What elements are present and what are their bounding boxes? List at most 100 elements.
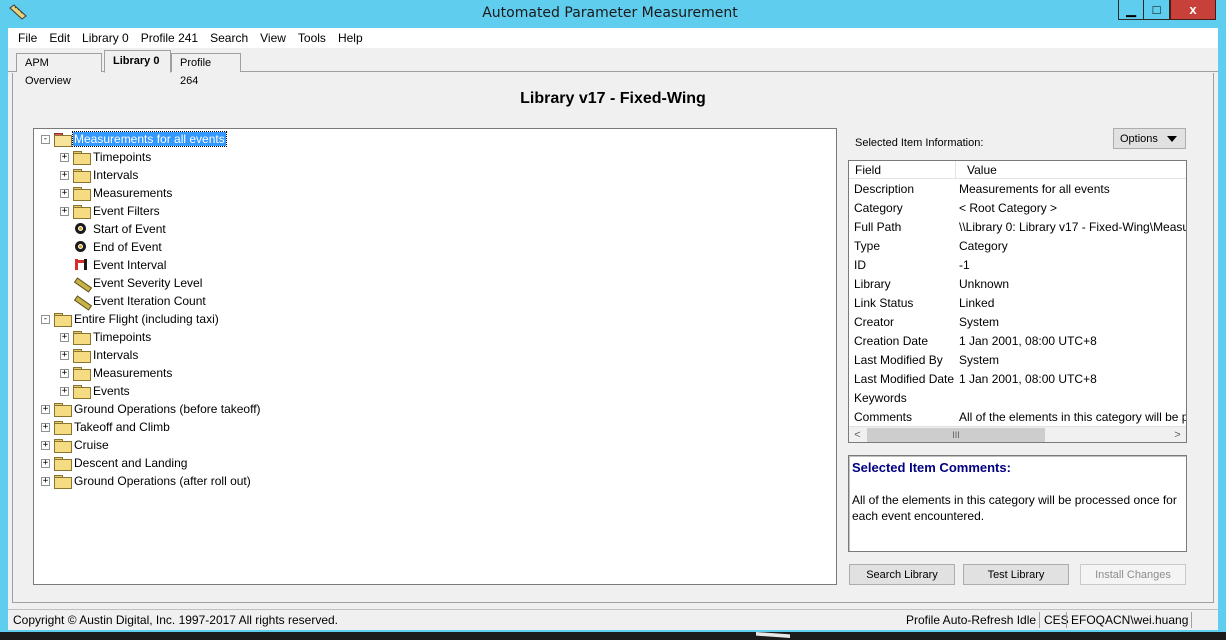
- options-dropdown[interactable]: Options: [1113, 128, 1186, 149]
- collapse-icon[interactable]: -: [41, 314, 50, 324]
- tree-node[interactable]: + Ground Operations (before takeoff): [41, 400, 262, 418]
- tree-node[interactable]: + Measurements: [60, 364, 173, 382]
- install-changes-button[interactable]: Install Changes: [1080, 564, 1186, 585]
- info-grid-row[interactable]: Creation Date 1 Jan 2001, 08:00 UTC+8: [849, 332, 1186, 351]
- expand-icon[interactable]: +: [41, 476, 50, 486]
- tree-node-label[interactable]: Cruise: [73, 438, 110, 452]
- tree-node[interactable]: + Events: [60, 382, 131, 400]
- info-grid-row[interactable]: ID -1: [849, 256, 1186, 275]
- tree-node-label[interactable]: Ground Operations (before takeoff): [73, 402, 262, 416]
- tree-node-label[interactable]: Event Interval: [92, 258, 167, 272]
- tree-node-label[interactable]: Intervals: [92, 348, 139, 362]
- tree-node[interactable]: + Intervals: [60, 166, 139, 184]
- tree-node-label[interactable]: Ground Operations (after roll out): [73, 474, 252, 488]
- tree-node[interactable]: Event Interval: [60, 256, 167, 274]
- expand-icon[interactable]: +: [41, 422, 50, 432]
- scroll-thumb[interactable]: III: [867, 428, 1045, 442]
- tree-node[interactable]: + Timepoints: [60, 328, 152, 346]
- maximize-button[interactable]: □: [1144, 0, 1170, 20]
- expand-icon[interactable]: +: [41, 404, 50, 414]
- info-grid-row[interactable]: Link Status Linked: [849, 294, 1186, 313]
- tree-node-label[interactable]: Events: [92, 384, 131, 398]
- close-button[interactable]: x: [1170, 0, 1216, 20]
- menu-library[interactable]: Library 0: [76, 31, 135, 45]
- collapse-icon[interactable]: -: [41, 134, 50, 144]
- info-field-value: System: [959, 315, 1000, 329]
- expand-icon[interactable]: +: [60, 332, 69, 342]
- tree-node-label[interactable]: Takeoff and Climb: [73, 420, 171, 434]
- info-grid-row[interactable]: Category < Root Category >: [849, 199, 1186, 218]
- tree-node-label[interactable]: Descent and Landing: [73, 456, 188, 470]
- menu-search[interactable]: Search: [204, 31, 254, 45]
- tree-node-label[interactable]: Intervals: [92, 168, 139, 182]
- tree-node-label[interactable]: Event Iteration Count: [92, 294, 207, 308]
- info-field-name: Last Modified By: [854, 353, 943, 367]
- horizontal-scrollbar[interactable]: < III >: [849, 426, 1186, 442]
- minimize-button[interactable]: ▁: [1118, 0, 1144, 20]
- tree-node-label[interactable]: Event Severity Level: [92, 276, 203, 290]
- info-field-name: Last Modified Date: [854, 372, 955, 386]
- menu-view[interactable]: View: [254, 31, 292, 45]
- title-bar[interactable]: Automated Parameter Measurement ▁ □ x: [0, 0, 1226, 28]
- expand-icon[interactable]: +: [60, 386, 69, 396]
- info-grid-row[interactable]: Keywords: [849, 389, 1186, 408]
- tree-node[interactable]: - Entire Flight (including taxi): [41, 310, 220, 328]
- info-grid-row[interactable]: Library Unknown: [849, 275, 1186, 294]
- tree-node-label[interactable]: Timepoints: [92, 150, 152, 164]
- window-title: Automated Parameter Measurement: [482, 5, 738, 21]
- expand-icon[interactable]: +: [60, 350, 69, 360]
- tree-node[interactable]: Event Iteration Count: [60, 292, 207, 310]
- tab-apm-overview[interactable]: APM Overview: [16, 53, 102, 87]
- tree-node[interactable]: Event Severity Level: [60, 274, 203, 292]
- expand-icon[interactable]: +: [41, 440, 50, 450]
- tree-node-label[interactable]: Timepoints: [92, 330, 152, 344]
- expand-icon[interactable]: +: [60, 206, 69, 216]
- scroll-right-icon[interactable]: >: [1169, 427, 1186, 442]
- column-header-field[interactable]: Field: [855, 163, 881, 177]
- test-library-button[interactable]: Test Library: [963, 564, 1069, 585]
- tree-node[interactable]: + Intervals: [60, 346, 139, 364]
- tree-node-label[interactable]: Entire Flight (including taxi): [73, 312, 220, 326]
- tree-node[interactable]: + Event Filters: [60, 202, 161, 220]
- info-grid-row[interactable]: Comments All of the elements in this cate…: [849, 408, 1186, 427]
- tree-node-label[interactable]: Measurements for all events: [72, 131, 227, 147]
- menu-help[interactable]: Help: [332, 31, 369, 45]
- info-grid-row[interactable]: Description Measurements for all events: [849, 180, 1186, 199]
- expand-icon[interactable]: +: [60, 368, 69, 378]
- menu-file[interactable]: File: [12, 31, 43, 45]
- expand-icon[interactable]: +: [60, 188, 69, 198]
- tree-node[interactable]: + Descent and Landing: [41, 454, 188, 472]
- tree-node[interactable]: + Cruise: [41, 436, 110, 454]
- tab-library[interactable]: Library 0: [104, 50, 171, 73]
- library-tree[interactable]: - Measurements for all events + Timepoints +…: [33, 128, 837, 585]
- expand-icon[interactable]: +: [60, 170, 69, 180]
- info-field-name: ID: [854, 258, 866, 272]
- menu-profile[interactable]: Profile 241: [135, 31, 204, 45]
- menu-tools[interactable]: Tools: [292, 31, 332, 45]
- scroll-left-icon[interactable]: <: [849, 427, 866, 442]
- tree-node[interactable]: Start of Event: [60, 220, 167, 238]
- info-grid-row[interactable]: Full Path \\Library 0: Library v17 - Fixe…: [849, 218, 1186, 237]
- item-info-grid[interactable]: Field Value Description Measurements for …: [848, 160, 1187, 443]
- info-grid-row[interactable]: Creator System: [849, 313, 1186, 332]
- tree-node[interactable]: - Measurements for all events: [41, 130, 227, 148]
- tree-node-label[interactable]: End of Event: [92, 240, 163, 254]
- info-grid-row[interactable]: Last Modified By System: [849, 351, 1186, 370]
- info-grid-row[interactable]: Type Category: [849, 237, 1186, 256]
- expand-icon[interactable]: +: [60, 152, 69, 162]
- tree-node-label[interactable]: Measurements: [92, 186, 173, 200]
- tree-node-label[interactable]: Measurements: [92, 366, 173, 380]
- expand-icon[interactable]: +: [41, 458, 50, 468]
- tree-node-label[interactable]: Start of Event: [92, 222, 167, 236]
- info-grid-row[interactable]: Last Modified Date 1 Jan 2001, 08:00 UTC+…: [849, 370, 1186, 389]
- tree-node[interactable]: + Timepoints: [60, 148, 152, 166]
- search-library-button[interactable]: Search Library: [849, 564, 955, 585]
- menu-edit[interactable]: Edit: [43, 31, 76, 45]
- column-header-value[interactable]: Value: [967, 163, 997, 177]
- tab-profile[interactable]: Profile 264: [171, 53, 241, 87]
- tree-node[interactable]: + Measurements: [60, 184, 173, 202]
- tree-node-label[interactable]: Event Filters: [92, 204, 161, 218]
- tree-node[interactable]: + Takeoff and Climb: [41, 418, 171, 436]
- tree-node[interactable]: + Ground Operations (after roll out): [41, 472, 252, 490]
- tree-node[interactable]: End of Event: [60, 238, 163, 256]
